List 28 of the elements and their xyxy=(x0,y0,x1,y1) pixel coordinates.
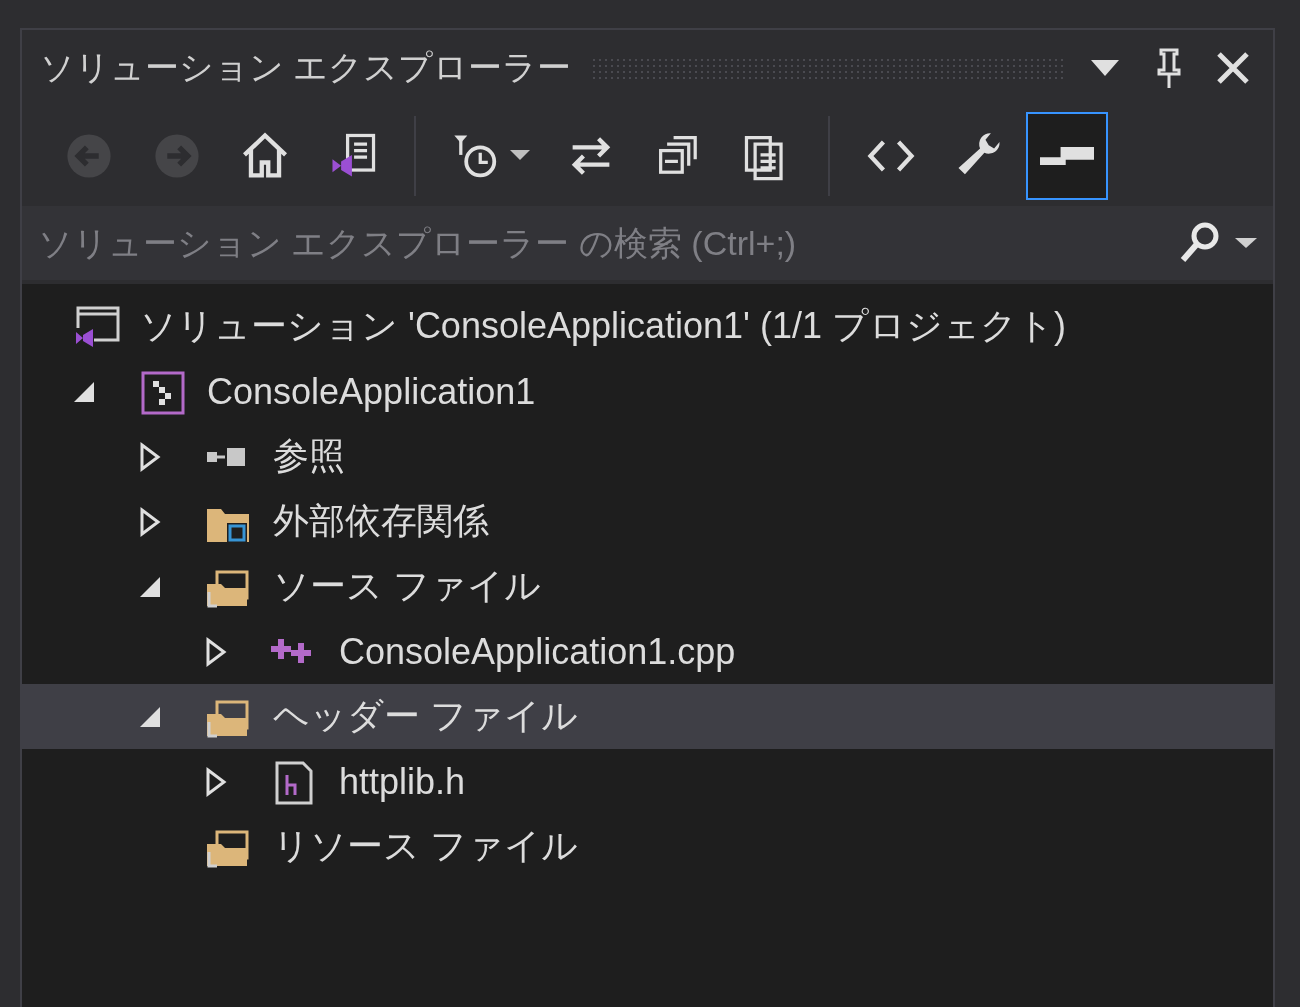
tree-item[interactable]: ヘッダー ファイル xyxy=(22,684,1273,749)
tree-item[interactable]: ConsoleApplication1.cpp xyxy=(22,619,1273,684)
tree-item[interactable]: 参照 xyxy=(22,424,1273,489)
item-label: ヘッダー ファイル xyxy=(273,694,578,738)
item-label: ソリューション 'ConsoleApplication1' (1/1 プロジェクト) xyxy=(140,304,1066,348)
panel-title: ソリューション エクスプローラー xyxy=(40,47,572,88)
preview-button[interactable] xyxy=(1026,112,1108,200)
collapsed-arrow-icon[interactable] xyxy=(204,766,228,797)
tree-item[interactable]: httplib.h xyxy=(22,749,1273,814)
tree-item[interactable]: ソリューション 'ConsoleApplication1' (1/1 プロジェクト) xyxy=(22,294,1273,359)
item-label: リソース ファイル xyxy=(273,824,578,868)
tree-item[interactable]: 外部依存関係 xyxy=(22,489,1273,554)
caret-icon[interactable] xyxy=(1235,236,1257,250)
item-label: 外部依存関係 xyxy=(273,499,489,543)
item-label: ConsoleApplication1 xyxy=(207,370,536,413)
tree-item[interactable]: ConsoleApplication1 xyxy=(22,359,1273,424)
tree-item[interactable]: リソース ファイル xyxy=(22,814,1273,879)
item-label: 参照 xyxy=(273,434,345,478)
collapsed-arrow-icon[interactable] xyxy=(204,636,228,667)
caret-icon xyxy=(510,150,530,162)
collapsed-arrow-icon[interactable] xyxy=(138,506,162,537)
tree-item[interactable]: ソース ファイル xyxy=(22,554,1273,619)
search-box[interactable]: ソリューション エクスプローラー の検索 (Ctrl+;) xyxy=(22,206,1273,280)
preview-icon xyxy=(1040,147,1094,165)
item-label: ソース ファイル xyxy=(273,564,541,608)
item-label: httplib.h xyxy=(339,760,466,803)
collapsed-arrow-icon[interactable] xyxy=(138,441,162,472)
item-label: ConsoleApplication1.cpp xyxy=(339,630,736,673)
